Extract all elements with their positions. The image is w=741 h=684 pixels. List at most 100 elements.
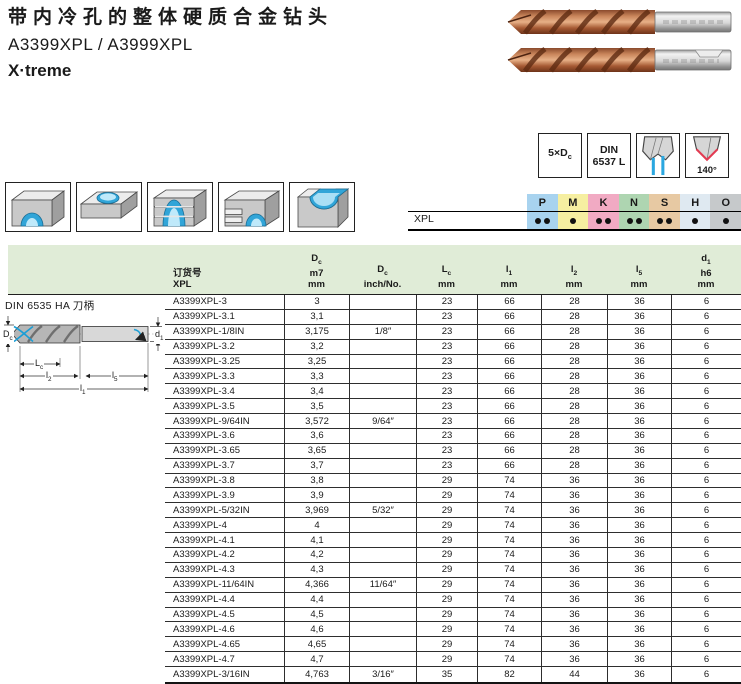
- table-cell-order_no: A3399XPL-3.9: [165, 488, 284, 502]
- coolant-drill-icon: [637, 134, 679, 176]
- table-cell-l5: 36: [607, 533, 671, 547]
- table-cell-lc: 23: [416, 414, 477, 428]
- suitability-dot: [535, 218, 541, 224]
- table-cell-order_no: A3399XPL-3/16IN: [165, 667, 284, 682]
- table-cell-dc_mm: 3,5: [284, 399, 349, 413]
- table-cell-l2: 28: [541, 459, 607, 473]
- table-cell-l1: 66: [477, 459, 541, 473]
- table-cell-l5: 36: [607, 488, 671, 502]
- table-cell-dc_inch: [349, 444, 416, 458]
- suitability-dot: [605, 218, 611, 224]
- table-row: A3399XPL-3.23,2236628366: [165, 340, 741, 355]
- shank-type-label: DIN 6535 HA 刀柄: [5, 298, 94, 313]
- material-group-O: O: [710, 194, 741, 211]
- din-standard-label: DIN 6537 L: [593, 144, 626, 168]
- table-cell-l5: 36: [607, 652, 671, 666]
- table-cell-d1: 6: [671, 518, 741, 532]
- table-row: A3399XPL-4.74,7297436366: [165, 652, 741, 667]
- table-cell-l5: 36: [607, 414, 671, 428]
- table-cell-dc_inch: 9/64″: [349, 414, 416, 428]
- table-row: A3399XPL-3/16IN4,7633/16″358244366: [165, 667, 741, 682]
- table-cell-l1: 66: [477, 310, 541, 324]
- table-cell-dc_mm: 3,572: [284, 414, 349, 428]
- table-cell-l5: 36: [607, 325, 671, 339]
- table-cell-dc_inch: [349, 384, 416, 398]
- table-cell-dc_mm: 4,4: [284, 593, 349, 607]
- table-cell-l2: 36: [541, 518, 607, 532]
- table-row: A3399XPL-3.13,1236628366: [165, 310, 741, 325]
- table-cell-dc_inch: [349, 608, 416, 622]
- table-cell-dc_inch: [349, 474, 416, 488]
- table-cell-dc_mm: 3,7: [284, 459, 349, 473]
- table-cell-order_no: A3399XPL-4.1: [165, 533, 284, 547]
- drill-product-images: [505, 4, 737, 76]
- table-cell-dc_inch: [349, 340, 416, 354]
- suitability-dot: [544, 218, 550, 224]
- table-cell-l1: 66: [477, 429, 541, 443]
- table-cell-d1: 6: [671, 652, 741, 666]
- table-cell-d1: 6: [671, 325, 741, 339]
- table-row: A3399XPL-3.93,9297436366: [165, 488, 741, 503]
- table-cell-l5: 36: [607, 295, 671, 309]
- table-cell-order_no: A3399XPL-1/8IN: [165, 325, 284, 339]
- column-header-line: h6: [700, 268, 711, 279]
- table-row: A3399XPL-3.253,25236628366: [165, 355, 741, 370]
- table-row: A3399XPL-1/8IN3,1751/8″236628366: [165, 325, 741, 340]
- material-group-S: S: [649, 194, 680, 211]
- material-dots-H: [680, 212, 711, 229]
- table-row: A3399XPL-4.64,6297436366: [165, 622, 741, 637]
- table-cell-l1: 66: [477, 295, 541, 309]
- column-header-line: mm: [631, 279, 648, 290]
- table-cell-order_no: A3399XPL-4: [165, 518, 284, 532]
- table-cell-dc_mm: 3,4: [284, 384, 349, 398]
- table-cell-dc_inch: [349, 429, 416, 443]
- table-cell-dc_mm: 4,763: [284, 667, 349, 682]
- table-cell-l5: 36: [607, 548, 671, 562]
- table-cell-dc_mm: 3,969: [284, 503, 349, 517]
- picto-through-hole: [5, 182, 71, 232]
- table-cell-l5: 36: [607, 399, 671, 413]
- column-header-line: l2: [571, 264, 577, 279]
- table-cell-dc_inch: [349, 310, 416, 324]
- column-header-l1: l1mm: [477, 245, 541, 294]
- table-cell-dc_inch: 3/16″: [349, 667, 416, 682]
- table-row: A3399XPL-4.654,65297436366: [165, 637, 741, 652]
- table-cell-dc_mm: 4,6: [284, 622, 349, 636]
- table-cell-l5: 36: [607, 340, 671, 354]
- table-cell-lc: 29: [416, 474, 477, 488]
- table-cell-d1: 6: [671, 593, 741, 607]
- material-dots-K: [588, 212, 619, 229]
- table-cell-lc: 23: [416, 399, 477, 413]
- material-bottom-rule: [408, 229, 741, 231]
- table-cell-d1: 6: [671, 429, 741, 443]
- table-cell-lc: 29: [416, 593, 477, 607]
- table-cell-l1: 74: [477, 637, 541, 651]
- table-column-headers: 订货号XPLDcm7mmDcinch/No.Lcmml1mml2mml5mmd1…: [165, 245, 741, 294]
- diagram-label-d1: d1: [154, 329, 165, 344]
- table-cell-l2: 36: [541, 563, 607, 577]
- dimension-table: A3399XPL-33236628366A3399XPL-3.13,123662…: [165, 295, 741, 684]
- table-cell-lc: 35: [416, 667, 477, 682]
- material-dots-S: [649, 212, 680, 229]
- table-cell-l2: 36: [541, 637, 607, 651]
- table-cell-order_no: A3399XPL-4.6: [165, 622, 284, 636]
- table-cell-dc_mm: 3,25: [284, 355, 349, 369]
- suitability-dot: [596, 218, 602, 224]
- table-cell-dc_inch: [349, 533, 416, 547]
- table-cell-order_no: A3399XPL-3.5: [165, 399, 284, 413]
- column-header-d1: d1h6mm: [671, 245, 741, 294]
- table-row: A3399XPL-3.33,3236628366: [165, 369, 741, 384]
- table-row: A3399XPL-5/32IN3,9695/32″297436366: [165, 503, 741, 518]
- table-cell-dc_inch: 1/8″: [349, 325, 416, 339]
- table-cell-dc_mm: 4,2: [284, 548, 349, 562]
- table-cell-l1: 66: [477, 340, 541, 354]
- table-cell-order_no: A3399XPL-4.5: [165, 608, 284, 622]
- diagram-label-dc: Dc: [2, 329, 14, 344]
- table-cell-order_no: A3399XPL-3.8: [165, 474, 284, 488]
- table-cell-l2: 28: [541, 325, 607, 339]
- table-cell-lc: 29: [416, 608, 477, 622]
- material-dot-row: [527, 212, 741, 229]
- table-cell-l5: 36: [607, 369, 671, 383]
- table-cell-dc_mm: 3,65: [284, 444, 349, 458]
- picto-blind-hole: [76, 182, 142, 232]
